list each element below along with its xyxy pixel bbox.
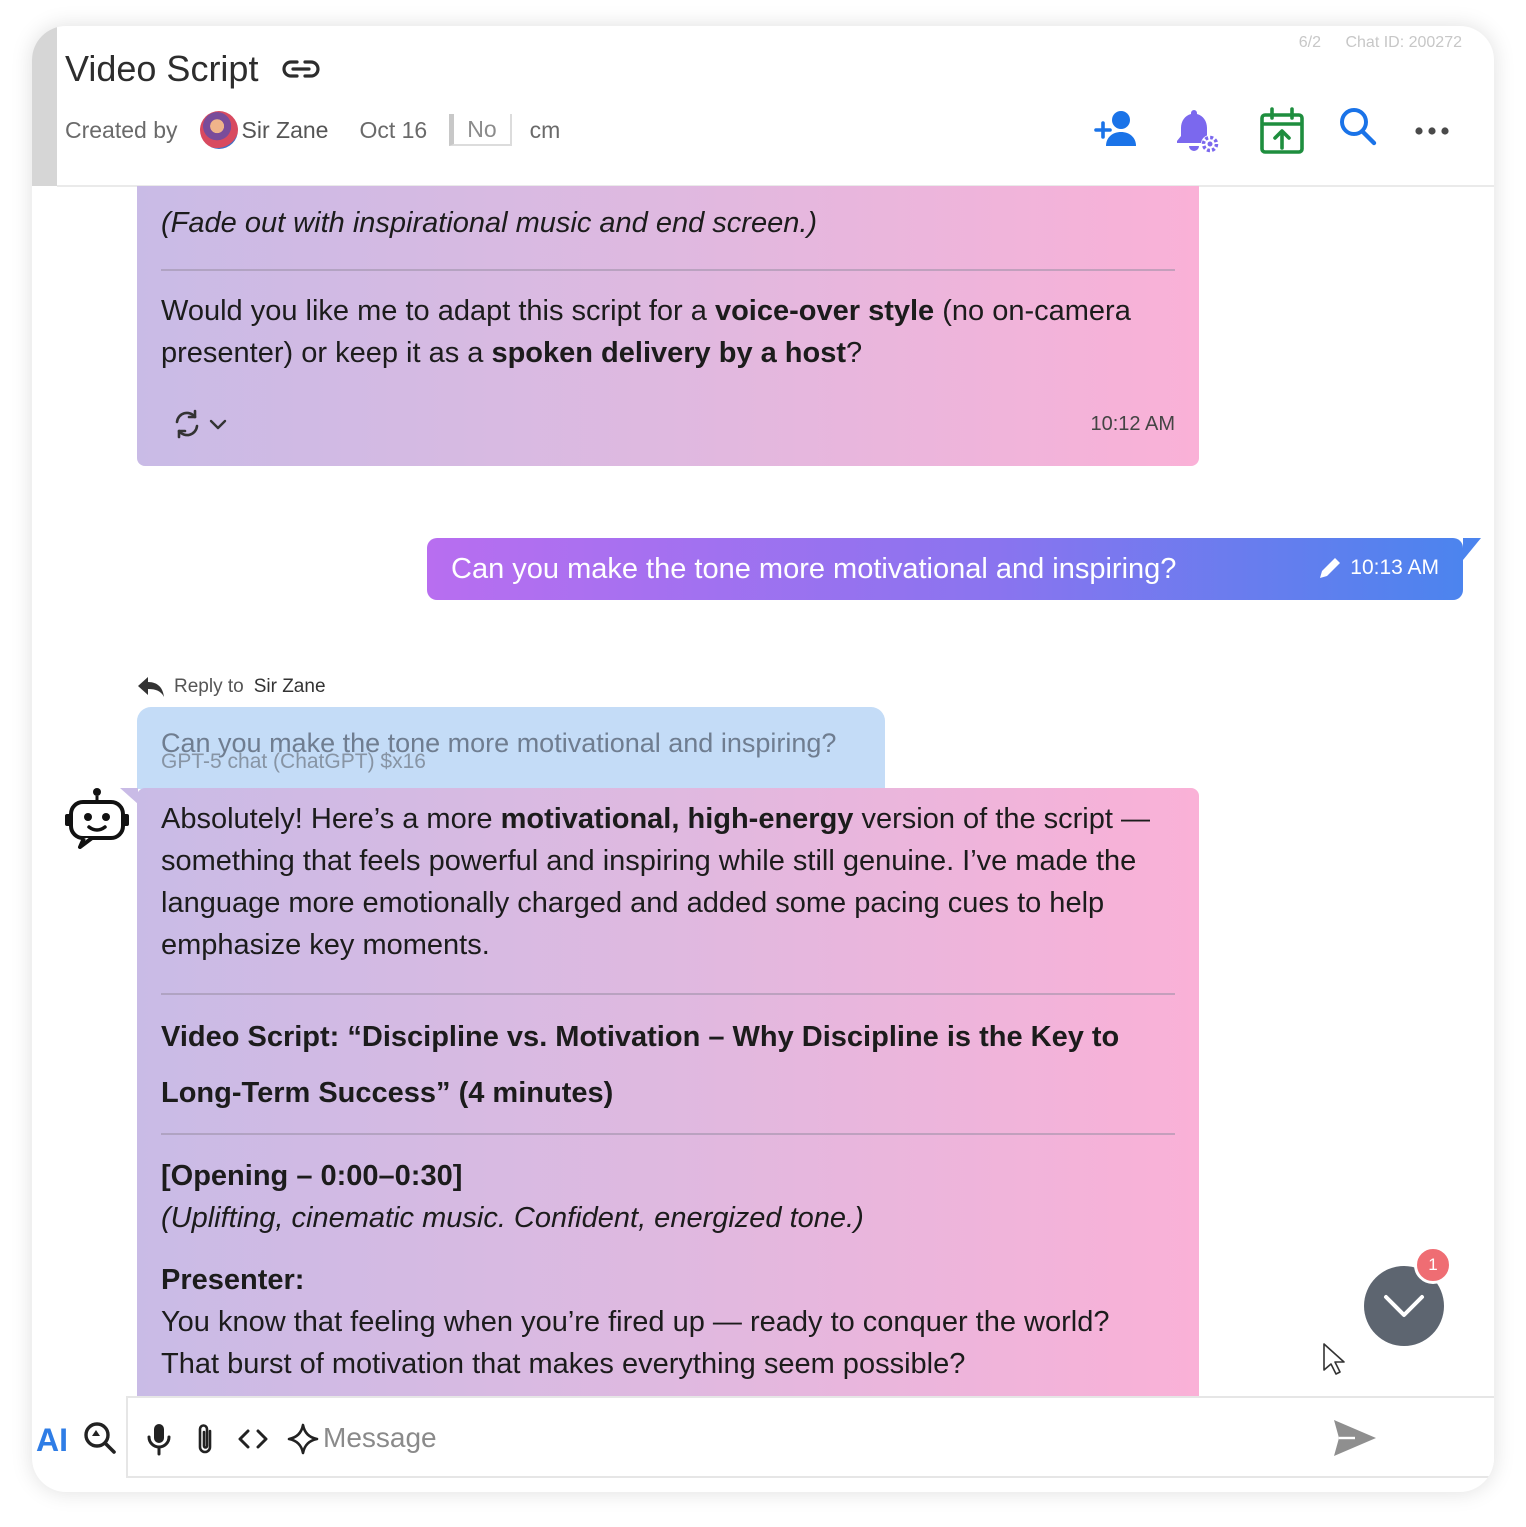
user-message-text: Can you make the tone more motivational … xyxy=(451,552,1177,585)
bot-message: Absolutely! Here’s a more motivational, … xyxy=(137,788,1199,1408)
question-text: Would you like me to adapt this script f… xyxy=(161,295,715,327)
tag-label: cm xyxy=(529,116,561,143)
stage-direction: (Fade out with inspirational music and e… xyxy=(161,207,818,239)
bot-message-previous: (Fade out with inspirational music and e… xyxy=(137,186,1199,466)
bot-bubble-tail xyxy=(120,788,138,804)
user-time-text: 10:13 AM xyxy=(1350,556,1439,579)
add-member-button[interactable] xyxy=(1092,106,1142,156)
script-heading: Video Script: “Discipline vs. Motivation… xyxy=(161,1021,1120,1109)
page-title: Video Script xyxy=(65,48,322,90)
ai-lens-icon xyxy=(84,1422,116,1454)
message-count: 6/2 xyxy=(1298,34,1322,51)
code-icon[interactable] xyxy=(236,1422,270,1456)
follow-up-question: Would you like me to adapt this script f… xyxy=(161,290,1139,374)
intro-text: Absolutely! Here’s a more xyxy=(161,803,501,835)
chevron-down-icon xyxy=(1384,1295,1424,1317)
author-name[interactable]: Sir Zane xyxy=(242,117,329,144)
question-bold-2: spoken delivery by a host xyxy=(491,337,847,369)
unread-badge: 1 xyxy=(1414,1246,1452,1284)
sparkle-icon[interactable] xyxy=(286,1422,320,1456)
ai-toggle[interactable]: AI xyxy=(36,1422,68,1459)
reply-to: Reply to Sir Zane xyxy=(136,674,326,700)
search-icon xyxy=(1340,108,1377,146)
created-by-label: Created by xyxy=(65,116,178,143)
created-date: Oct 16 xyxy=(359,116,428,143)
send-button[interactable] xyxy=(1332,1418,1378,1463)
link-icon[interactable] xyxy=(280,57,322,81)
paperclip-icon[interactable] xyxy=(190,1422,220,1456)
message-composer: Message xyxy=(126,1396,1494,1478)
chat-id: Chat ID: 200272 xyxy=(1345,34,1462,51)
export-button[interactable] xyxy=(1258,106,1306,156)
message-divider xyxy=(161,993,1175,995)
chat-meta: 6/2 Chat ID: 200272 xyxy=(1279,34,1462,52)
message-input[interactable]: Message xyxy=(323,1422,437,1454)
reply-name: Sir Zane xyxy=(253,676,326,697)
microphone-icon[interactable] xyxy=(144,1422,174,1456)
avatar[interactable] xyxy=(199,111,238,149)
message-time: 10:12 AM xyxy=(1090,413,1175,435)
notification-settings-icon xyxy=(1177,110,1219,153)
edit-icon[interactable] xyxy=(1316,554,1344,582)
regenerate-icon xyxy=(175,409,199,439)
reply-label: Reply to xyxy=(174,676,244,697)
section-title: [Opening – 0:00–0:30] xyxy=(161,1160,463,1192)
bubble-tail xyxy=(1463,538,1481,560)
chat-window: 6/2 Chat ID: 200272 Video Script Created… xyxy=(32,26,1494,1492)
reply-icon xyxy=(138,677,164,697)
notification-settings-button[interactable] xyxy=(1174,106,1224,156)
mouse-cursor-icon xyxy=(1322,1342,1346,1381)
add-member-icon xyxy=(1094,111,1136,146)
message-divider xyxy=(161,1133,1175,1135)
user-message[interactable]: Can you make the tone more motivational … xyxy=(427,538,1481,600)
presenter-label: Presenter: xyxy=(161,1264,305,1296)
status-field[interactable]: No xyxy=(449,114,512,146)
intro-bold: motivational, high-energy xyxy=(500,803,854,835)
chat-info: Created by Sir Zane Oct 16 No cm xyxy=(65,111,561,149)
chevron-down-icon xyxy=(209,419,227,430)
chat-title: Video Script xyxy=(65,48,259,89)
more-icon xyxy=(1415,127,1449,135)
question-bold-1: voice-over style xyxy=(714,295,935,327)
composer-tools xyxy=(144,1422,320,1456)
quoted-message[interactable]: Can you make the tone more motivational … xyxy=(137,707,885,789)
regenerate-button[interactable] xyxy=(171,408,229,440)
header-accent-strip xyxy=(32,26,57,186)
send-icon xyxy=(1334,1420,1376,1456)
message-divider xyxy=(161,269,1175,271)
question-end: ? xyxy=(846,337,863,369)
export-icon xyxy=(1260,107,1304,154)
stage-direction: (Uplifting, cinematic music. Confident, … xyxy=(161,1202,864,1234)
user-message-time: 10:13 AM xyxy=(1316,554,1439,582)
bot-intro: Absolutely! Here’s a more motivational, … xyxy=(161,798,1175,966)
more-options-button[interactable] xyxy=(1413,106,1453,156)
presenter-line: You know that feeling when you’re fired … xyxy=(161,1306,1110,1380)
ai-lens-button[interactable] xyxy=(82,1420,118,1461)
search-button[interactable] xyxy=(1338,106,1378,156)
